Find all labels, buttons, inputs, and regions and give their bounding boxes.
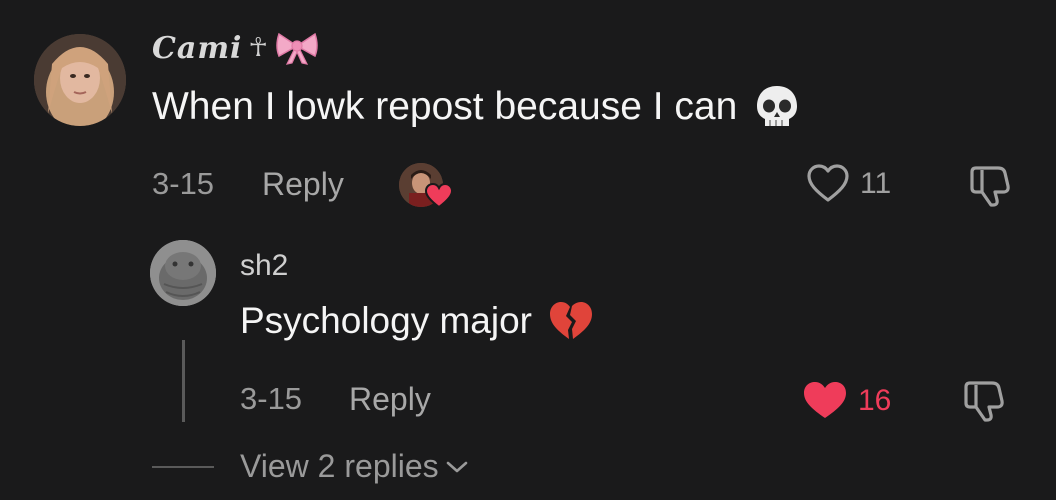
reply-date: 3-15: [240, 381, 303, 416]
thumbs-down-icon[interactable]: [968, 164, 1014, 208]
thread-line: [182, 340, 185, 422]
creator-heart-icon: [425, 183, 453, 209]
heart-outline-icon: [807, 164, 849, 202]
comment-text: When I lowk repost because I can: [152, 84, 799, 130]
heart-filled-icon: [804, 382, 846, 418]
chevron-down-icon: [446, 461, 467, 472]
reply-text: Psychology major: [240, 300, 594, 342]
reply-button[interactable]: Reply: [262, 166, 344, 203]
reply-username[interactable]: sh2: [240, 249, 288, 283]
avatar[interactable]: [34, 34, 126, 126]
thumbs-down-icon[interactable]: [962, 379, 1008, 423]
broken-heart-emoji-icon: [550, 302, 593, 339]
reply-like-button[interactable]: 16: [802, 380, 891, 422]
reply-reply-button[interactable]: Reply: [349, 381, 431, 418]
pink-bow-emoji-icon: [276, 32, 318, 65]
ankh-symbol: ☥: [248, 33, 269, 63]
view-replies-label: View 2 replies: [240, 448, 439, 484]
reply-avatar[interactable]: [150, 240, 216, 306]
comment-date: 3-15: [152, 166, 215, 201]
username-text: Cami: [152, 30, 243, 66]
comment-username[interactable]: Cami ☥: [152, 30, 319, 66]
replies-divider: [152, 466, 214, 468]
like-count: 11: [860, 167, 892, 200]
reply-body: Psychology major: [240, 300, 533, 341]
view-replies-button[interactable]: View 2 replies: [240, 448, 469, 485]
skull-emoji-icon: [757, 86, 798, 126]
comment-body: When I lowk repost because I can: [152, 85, 738, 128]
like-button[interactable]: 11: [806, 164, 891, 204]
reply-like-count: 16: [858, 384, 892, 417]
